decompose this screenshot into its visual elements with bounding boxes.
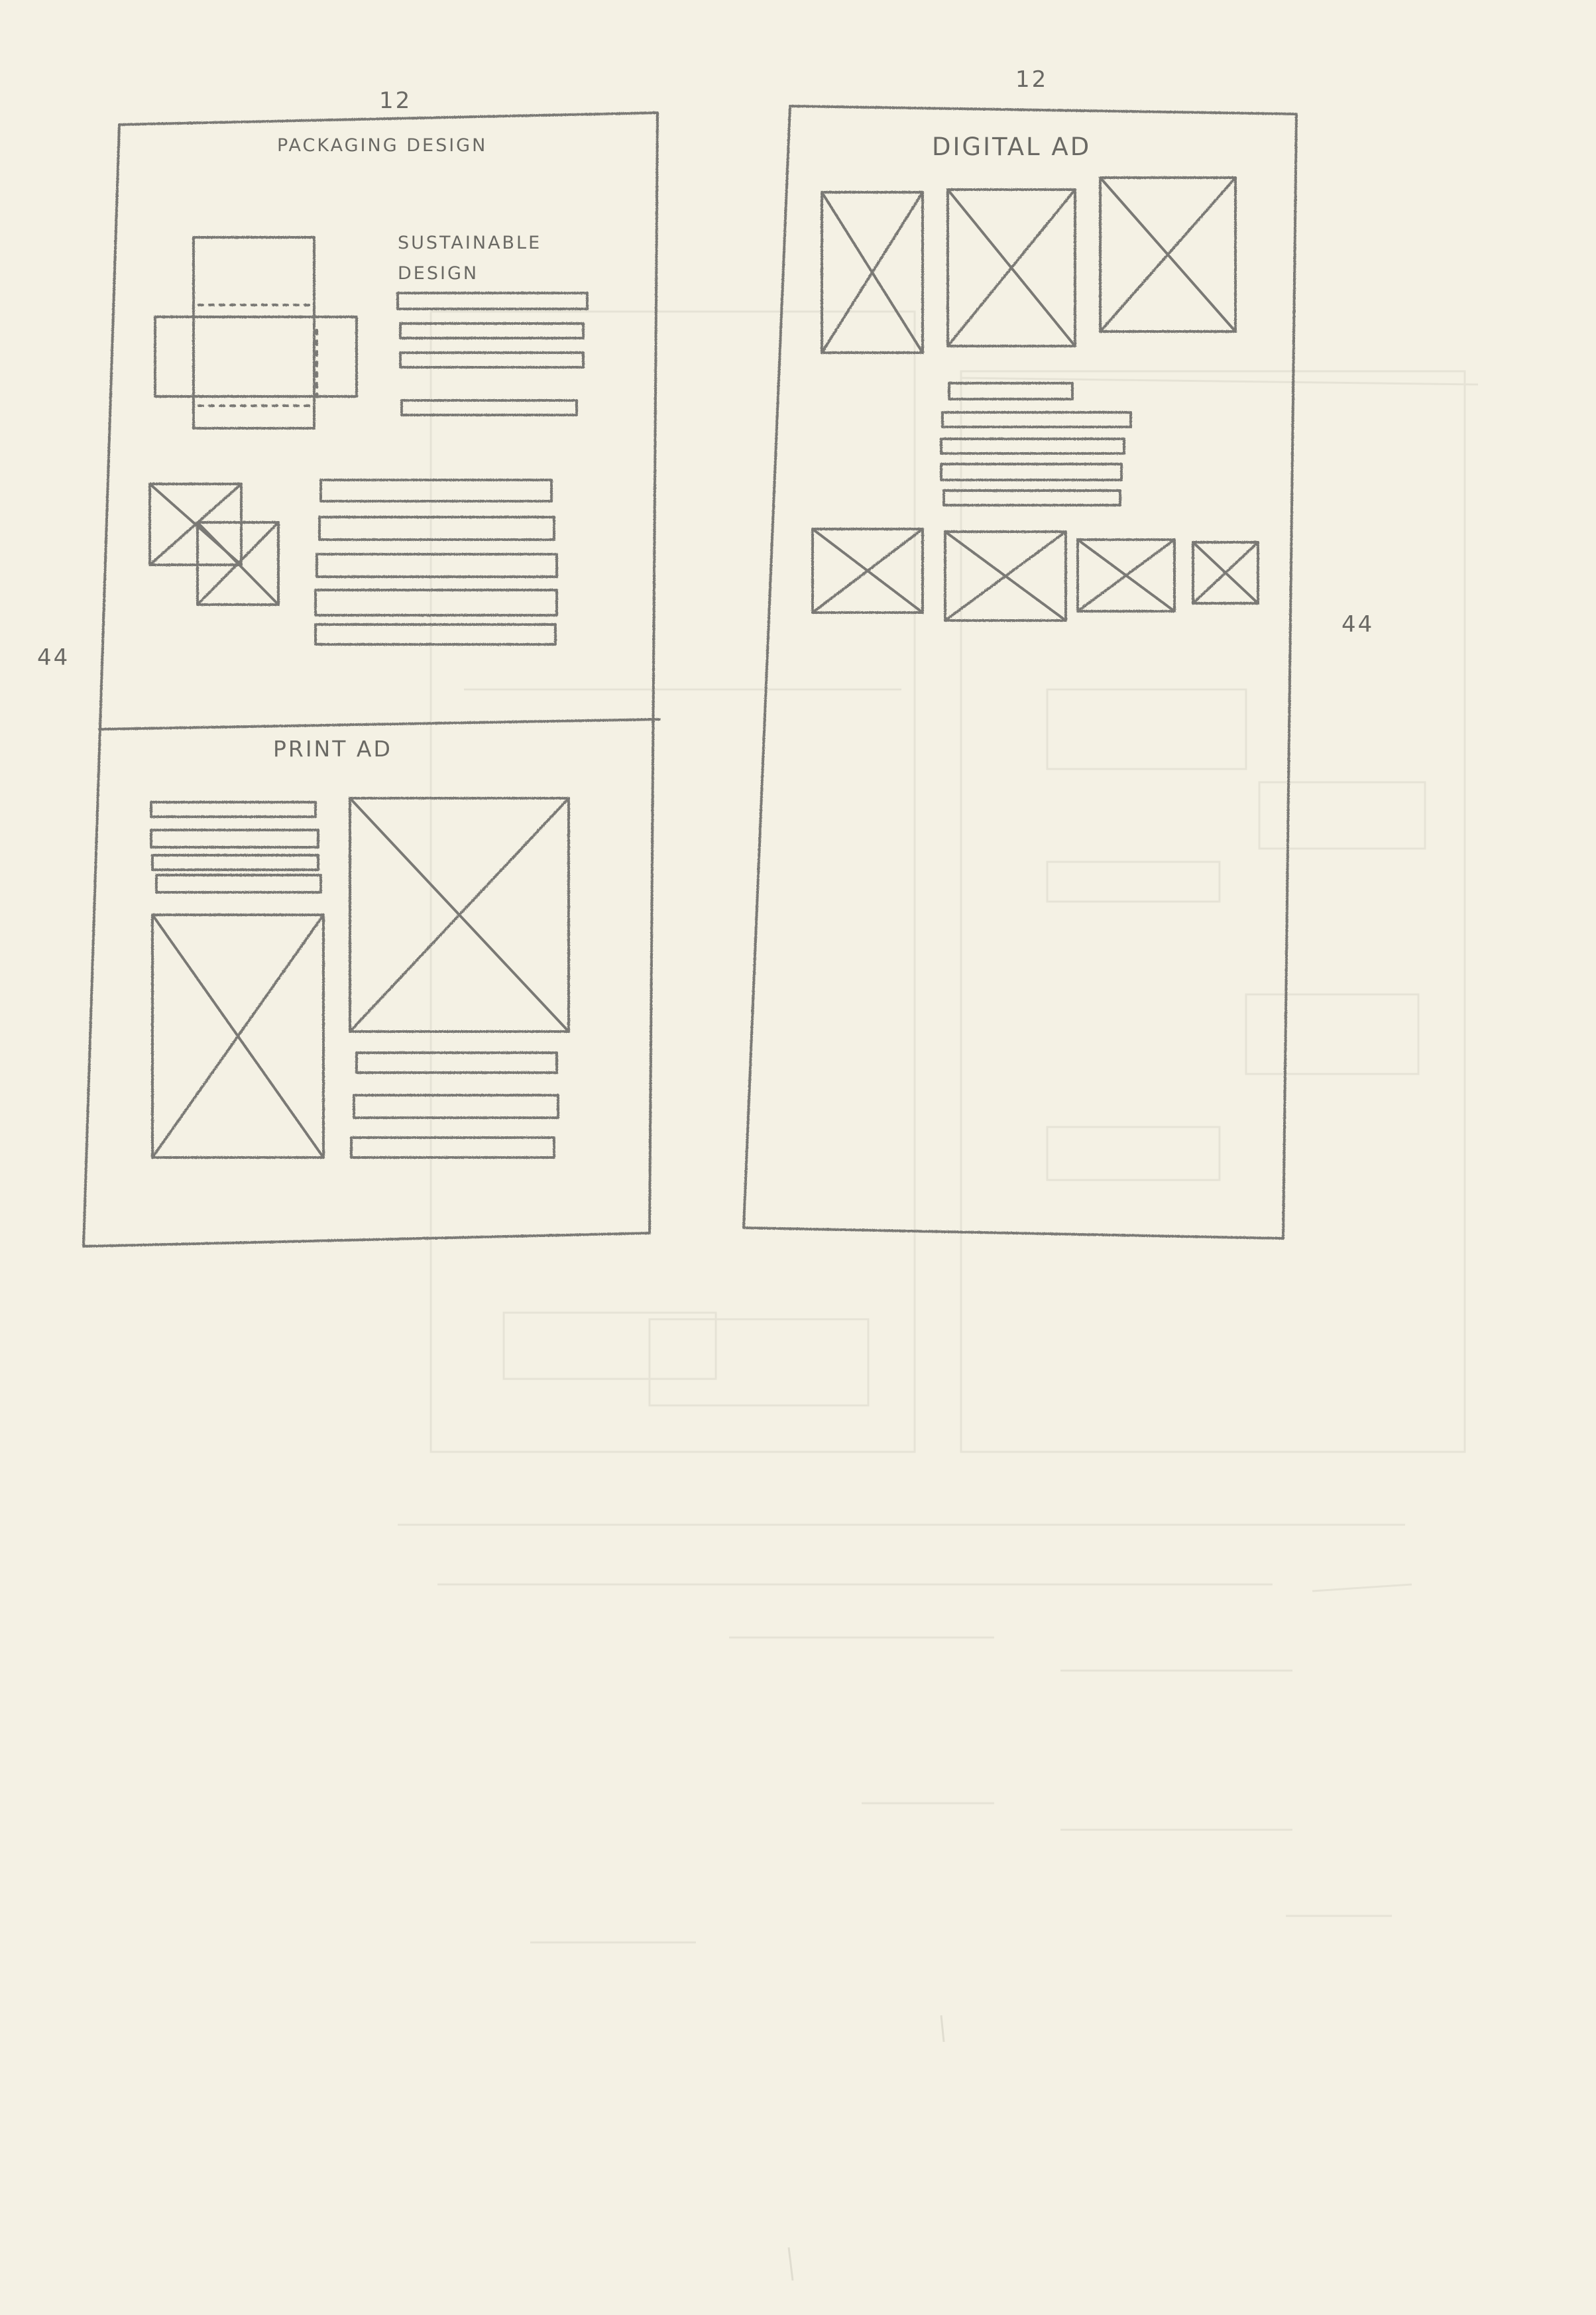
packaging-title: PACKAGING DESIGN xyxy=(277,135,488,156)
print-image-placeholders xyxy=(151,797,570,1159)
sustainable-subtitle: SUSTAINABLE DESIGN xyxy=(398,233,542,284)
left-sheet-divider xyxy=(98,718,661,731)
paper-smudges xyxy=(787,2015,945,2281)
digital-text-lines xyxy=(940,382,1132,506)
left-sheet-border xyxy=(82,111,659,1248)
digital-title: DIGITAL AD xyxy=(932,133,1092,161)
right-row-count: 44 xyxy=(1341,611,1375,638)
digital-bottom-image-placeholders xyxy=(811,528,1259,622)
print-bottom-text-lines xyxy=(350,1051,559,1159)
print-text-lines xyxy=(150,801,322,894)
packaging-image-placeholders xyxy=(148,483,280,606)
packaging-dieline xyxy=(154,236,358,430)
right-sheet-border xyxy=(742,105,1298,1240)
digital-top-image-placeholders xyxy=(821,176,1237,354)
left-column-count: 12 xyxy=(379,88,412,114)
sketch-paper xyxy=(82,105,1479,2281)
show-through-ghost xyxy=(398,310,1479,1944)
print-title: PRINT AD xyxy=(273,736,392,762)
right-sheet-wireframe xyxy=(742,105,1298,1240)
right-column-count: 12 xyxy=(1015,66,1049,93)
left-row-count: 44 xyxy=(37,644,70,671)
left-sheet-wireframe xyxy=(82,111,661,1248)
packaging-text-lines xyxy=(314,479,558,646)
